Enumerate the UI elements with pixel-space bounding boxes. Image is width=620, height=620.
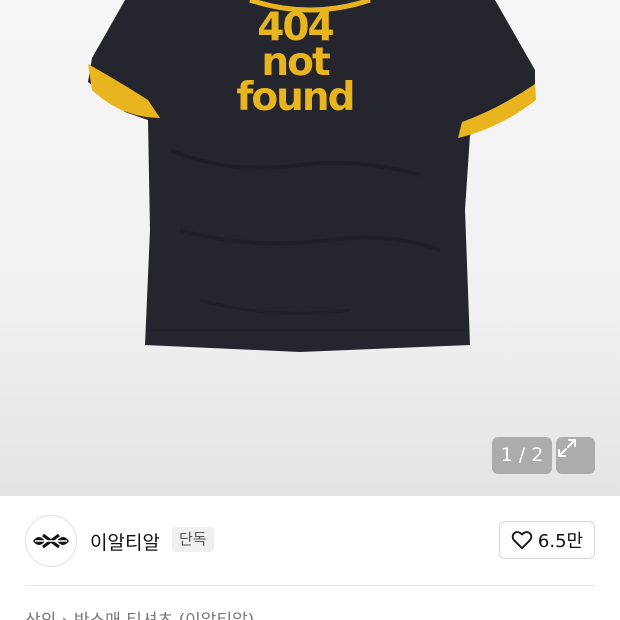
like-count: 6.5만 [537, 531, 584, 552]
heart-icon [511, 531, 533, 550]
like-button[interactable]: 6.5만 [499, 521, 595, 559]
expand-button[interactable] [556, 437, 595, 474]
expand-icon [558, 439, 576, 457]
brand-name[interactable]: 이알티알 [90, 528, 160, 555]
print-line: found [236, 75, 355, 120]
divider [25, 585, 595, 586]
brand-logo[interactable] [25, 515, 77, 567]
image-counter: 1 / 2 [492, 437, 552, 474]
exclusive-badge: 단독 [172, 527, 214, 552]
product-image[interactable]: 404 not found 1 / 2 [0, 0, 620, 496]
brand-row: 이알티알 단독 6.5만 [0, 496, 620, 586]
category-breadcrumb[interactable]: 상의 › 반소매 티셔츠 (이알티알) [25, 606, 254, 620]
brand-logo-icon [33, 533, 69, 549]
shirt-print-text: 404 not found [230, 8, 360, 120]
